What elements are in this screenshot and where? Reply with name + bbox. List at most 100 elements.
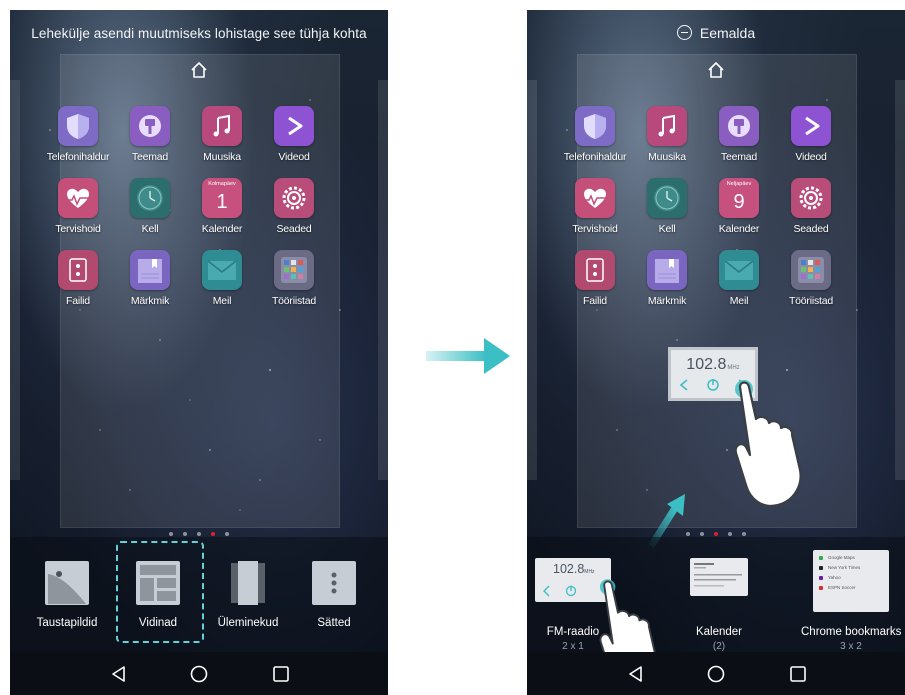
option-label: Üleminekud bbox=[217, 617, 279, 629]
app-label: Tervishoid bbox=[55, 223, 101, 235]
page-dot[interactable] bbox=[225, 532, 229, 536]
recents-icon[interactable] bbox=[787, 663, 809, 685]
page-dot[interactable] bbox=[686, 532, 690, 536]
app-label: Telefonihaldur bbox=[563, 151, 627, 163]
navigation-bar bbox=[527, 652, 905, 695]
option-widgets[interactable]: Vidinad bbox=[118, 560, 198, 629]
brush-icon bbox=[130, 106, 170, 146]
app-label: Seaded bbox=[276, 223, 312, 235]
app-label: Meil bbox=[729, 295, 749, 307]
back-icon[interactable] bbox=[625, 663, 647, 685]
app-videod[interactable]: Videod bbox=[774, 106, 848, 163]
brush-icon bbox=[719, 106, 759, 146]
tools-folder-icon bbox=[274, 250, 314, 290]
app-meil[interactable]: Meil bbox=[185, 250, 259, 307]
widget-title: Chrome bookmarks bbox=[801, 626, 902, 638]
app-videod[interactable]: Videod bbox=[257, 106, 331, 163]
wallpaper-icon bbox=[44, 560, 90, 606]
mail-icon bbox=[202, 250, 242, 290]
app-label: Tööriistad bbox=[271, 295, 317, 307]
remove-label: Eemalda bbox=[699, 25, 756, 41]
app-label: Telefonihaldur bbox=[46, 151, 110, 163]
option-transitions[interactable]: Üleminekud bbox=[208, 560, 288, 629]
app-label: Kell bbox=[658, 223, 676, 235]
app-label: Kalender bbox=[201, 223, 243, 235]
page-dot[interactable] bbox=[183, 532, 187, 536]
page-dot[interactable] bbox=[728, 532, 732, 536]
app-label: Kalender bbox=[718, 223, 760, 235]
option-wallpapers[interactable]: Taustapildid bbox=[27, 560, 107, 629]
widget-calendar[interactable]: Kalender (2) bbox=[677, 558, 761, 652]
app-teemad[interactable]: Teemad bbox=[113, 106, 187, 163]
app-meil[interactable]: Meil bbox=[702, 250, 776, 307]
adjacent-page-right[interactable] bbox=[378, 80, 388, 480]
page-dot[interactable] bbox=[169, 532, 173, 536]
app-kalender[interactable]: Kolmapäev 1 Kalender bbox=[185, 178, 259, 235]
hand-pointer-icon bbox=[734, 380, 802, 507]
calendar-weekday: Kolmapäev bbox=[208, 181, 236, 187]
page-dot[interactable] bbox=[700, 532, 704, 536]
page-dot-active[interactable] bbox=[714, 532, 718, 536]
page-dot[interactable] bbox=[197, 532, 201, 536]
widget-count: (2) bbox=[712, 641, 726, 652]
notebook-icon bbox=[647, 250, 687, 290]
calendar-date: 9 bbox=[733, 191, 745, 213]
app-telefonihaldur[interactable]: Telefonihaldur bbox=[41, 106, 115, 163]
folder-icon bbox=[58, 250, 98, 290]
home-icon[interactable] bbox=[705, 663, 727, 685]
app-telefonihaldur[interactable]: Telefonihaldur bbox=[558, 106, 632, 163]
gear-icon bbox=[791, 178, 831, 218]
app-label: Failid bbox=[66, 295, 90, 307]
app-muusika[interactable]: Muusika bbox=[630, 106, 704, 163]
option-settings[interactable]: Sätted bbox=[294, 560, 374, 629]
app-kalender[interactable]: Neljapäev 9 Kalender bbox=[702, 178, 776, 235]
adjacent-page-left[interactable] bbox=[10, 80, 20, 480]
app-tervishoid[interactable]: Tervishoid bbox=[558, 178, 632, 235]
remove-drop-zone[interactable]: Eemalda bbox=[527, 25, 905, 41]
right-phone-screen: Eemalda Telefonihaldur Muusika Teemad Video… bbox=[527, 10, 905, 695]
page-dot-active[interactable] bbox=[211, 532, 215, 536]
play-icon bbox=[274, 106, 314, 146]
home-page-icon[interactable] bbox=[189, 60, 209, 80]
app-muusika[interactable]: Muusika bbox=[185, 106, 259, 163]
adjacent-page-right[interactable] bbox=[895, 80, 905, 480]
widget-size: 3 x 2 bbox=[840, 641, 862, 652]
heart-pulse-icon bbox=[575, 178, 615, 218]
app-märkmik[interactable]: Märkmik bbox=[113, 250, 187, 307]
music-note-icon bbox=[647, 106, 687, 146]
app-tööriistad[interactable]: Tööriistad bbox=[257, 250, 331, 307]
widget-chrome-bookmarks[interactable]: Google Maps New York Times Yahoo ESPN So… bbox=[801, 550, 901, 652]
calendar-icon: Neljapäev 9 bbox=[719, 178, 759, 218]
app-label: Tervishoid bbox=[572, 223, 618, 235]
app-märkmik[interactable]: Märkmik bbox=[630, 250, 704, 307]
app-label: Märkmik bbox=[130, 295, 170, 307]
option-label: Vidinad bbox=[138, 617, 178, 629]
app-failid[interactable]: Failid bbox=[558, 250, 632, 307]
page-dot[interactable] bbox=[742, 532, 746, 536]
adjacent-page-left[interactable] bbox=[527, 80, 537, 480]
app-label: Meil bbox=[212, 295, 232, 307]
app-label: Märkmik bbox=[647, 295, 687, 307]
recents-icon[interactable] bbox=[270, 663, 292, 685]
app-failid[interactable]: Failid bbox=[41, 250, 115, 307]
calendar-icon: Kolmapäev 1 bbox=[202, 178, 242, 218]
play-icon bbox=[791, 106, 831, 146]
home-icon[interactable] bbox=[188, 663, 210, 685]
app-label: Videod bbox=[795, 151, 827, 163]
right-arrow-icon bbox=[426, 338, 510, 374]
app-label: Failid bbox=[583, 295, 607, 307]
mini-radio-frequency: 102.8MHz bbox=[553, 562, 595, 576]
app-label: Teemad bbox=[720, 151, 758, 163]
back-icon[interactable] bbox=[108, 663, 130, 685]
app-kell[interactable]: Kell bbox=[630, 178, 704, 235]
app-kell[interactable]: Kell bbox=[113, 178, 187, 235]
home-page-icon[interactable] bbox=[706, 60, 726, 80]
app-seaded[interactable]: Seaded bbox=[257, 178, 331, 235]
clock-icon bbox=[647, 178, 687, 218]
app-tööriistad[interactable]: Tööriistad bbox=[774, 250, 848, 307]
app-teemad[interactable]: Teemad bbox=[702, 106, 776, 163]
app-label: Teemad bbox=[131, 151, 169, 163]
app-seaded[interactable]: Seaded bbox=[774, 178, 848, 235]
app-tervishoid[interactable]: Tervishoid bbox=[41, 178, 115, 235]
music-note-icon bbox=[202, 106, 242, 146]
